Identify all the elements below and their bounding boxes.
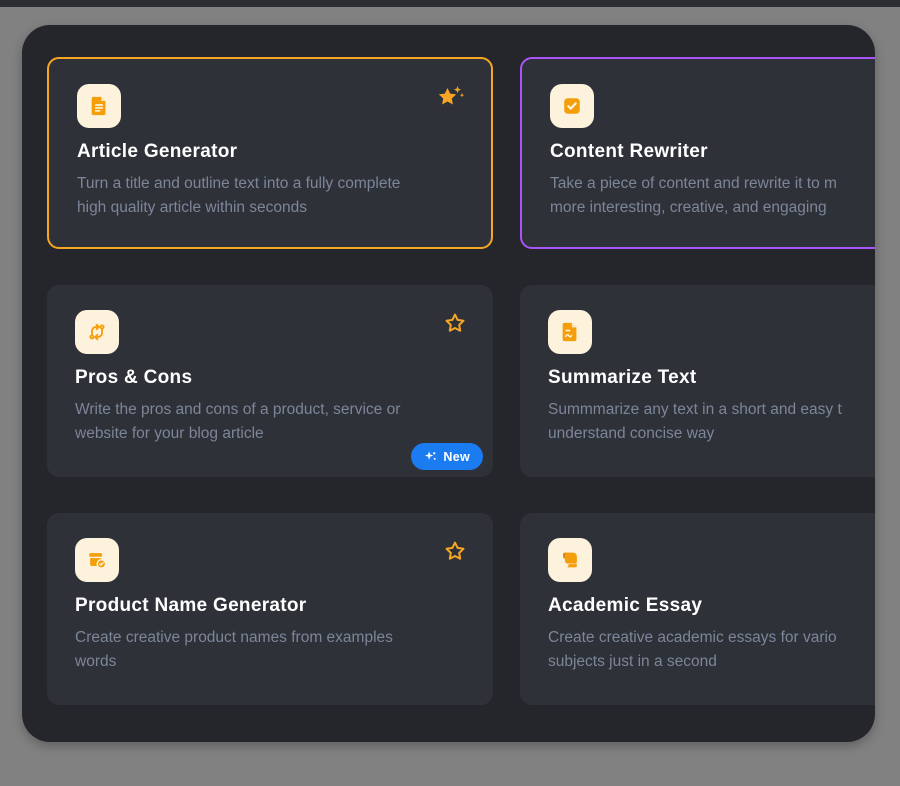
new-badge-label: New xyxy=(443,450,470,464)
card-description: Summmarize any text in a short and easy … xyxy=(548,398,875,446)
scroll-icon xyxy=(559,549,581,571)
icon-tile xyxy=(548,310,592,354)
top-window-strip xyxy=(0,0,900,7)
card-title: Article Generator xyxy=(77,141,465,163)
favorite-star-outline-icon[interactable] xyxy=(437,539,467,565)
card-title: Content Rewriter xyxy=(550,141,875,163)
icon-tile xyxy=(548,538,592,582)
card-academic-essay[interactable]: Academic Essay Create creative academic … xyxy=(520,513,875,705)
card-title: Academic Essay xyxy=(548,595,875,617)
new-badge: New xyxy=(411,443,483,470)
card-description: Turn a title and outline text into a ful… xyxy=(77,172,465,220)
tools-panel: Article Generator Turn a title and outli… xyxy=(22,25,875,742)
icon-tile xyxy=(77,84,121,128)
card-title: Pros & Cons xyxy=(75,367,467,389)
card-article-generator[interactable]: Article Generator Turn a title and outli… xyxy=(47,57,493,249)
sparkle-icon xyxy=(424,450,437,463)
card-title: Summarize Text xyxy=(548,367,875,389)
card-content-rewriter[interactable]: Content Rewriter Take a piece of content… xyxy=(520,57,875,249)
card-description: Create creative academic essays for vari… xyxy=(548,626,875,674)
card-description: Create creative product names from examp… xyxy=(75,626,467,674)
icon-tile xyxy=(75,538,119,582)
document-icon xyxy=(88,95,110,117)
compare-arrows-icon xyxy=(86,321,108,343)
icon-tile xyxy=(550,84,594,128)
summarize-document-icon xyxy=(559,321,581,343)
favorite-star-outline-icon[interactable] xyxy=(437,311,467,337)
card-pros-and-cons[interactable]: Pros & Cons Write the pros and cons of a… xyxy=(47,285,493,477)
package-check-icon xyxy=(86,549,108,571)
card-product-name-generator[interactable]: Product Name Generator Create creative p… xyxy=(47,513,493,705)
card-summarize-text[interactable]: Summarize Text Summmarize any text in a … xyxy=(520,285,875,477)
card-title: Product Name Generator xyxy=(75,595,467,617)
card-description: Write the pros and cons of a product, se… xyxy=(75,398,467,446)
icon-tile xyxy=(75,310,119,354)
tools-grid: Article Generator Turn a title and outli… xyxy=(47,57,875,705)
favorite-star-filled-icon[interactable] xyxy=(435,85,465,111)
checkbox-checked-icon xyxy=(561,95,583,117)
card-description: Take a piece of content and rewrite it t… xyxy=(550,172,875,220)
